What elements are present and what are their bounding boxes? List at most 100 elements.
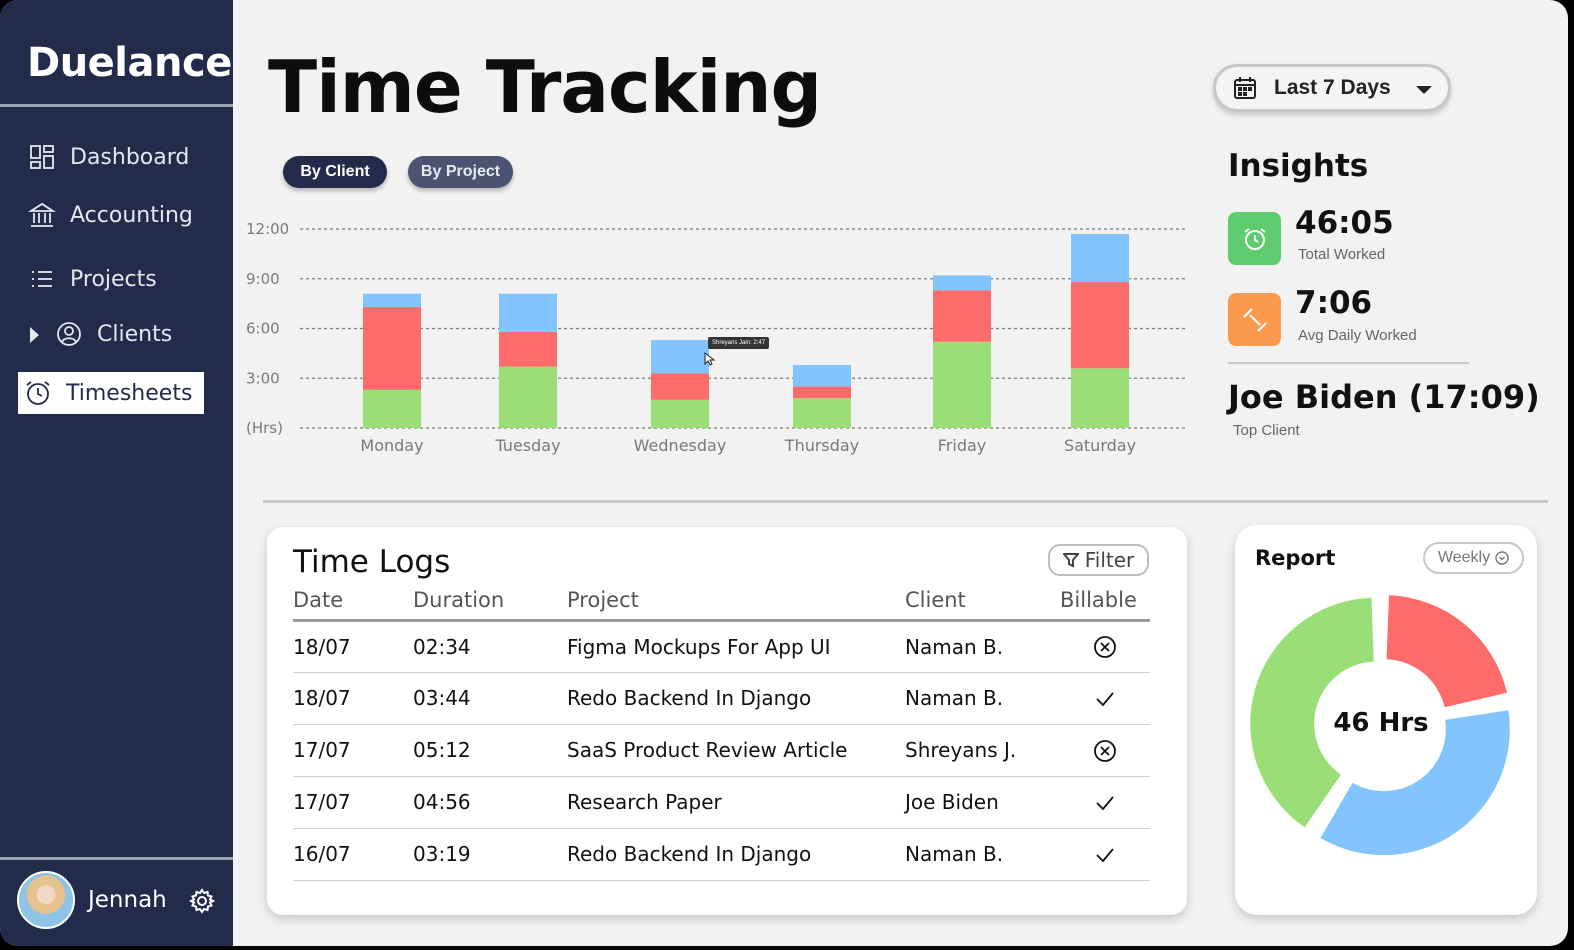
bar-segment-wednesday-0[interactable] xyxy=(651,399,709,428)
alarm-clock-icon xyxy=(26,381,50,405)
cell-client: Naman B. xyxy=(905,828,1060,881)
time-logs-title: Time Logs xyxy=(293,544,451,580)
column-header-project[interactable]: Project xyxy=(567,587,905,622)
cell-project: Redo Backend In Django xyxy=(567,828,905,881)
cell-client: Joe Biden xyxy=(905,776,1060,829)
insights-divider xyxy=(1228,362,1469,364)
sidebar-item-dashboard[interactable]: Dashboard xyxy=(28,143,189,171)
cell-date: 18/07 xyxy=(293,672,413,725)
alarm-clock-icon xyxy=(1243,227,1266,250)
bar-segment-tuesday-2[interactable] xyxy=(499,293,557,332)
y-tick-label: 6:00 xyxy=(246,320,280,338)
cell-billable xyxy=(1060,724,1150,777)
date-range-label: Last 7 Days xyxy=(1274,76,1391,99)
cell-date: 18/07 xyxy=(293,620,413,673)
table-row[interactable]: 18/07 02:34 Figma Mockups For App UI Naman … xyxy=(293,620,1150,673)
insights-title: Insights xyxy=(1228,148,1369,184)
x-tick-label: Wednesday xyxy=(634,436,727,455)
bar-segment-thursday-1[interactable] xyxy=(793,386,851,399)
bar-segment-monday-2[interactable] xyxy=(363,293,421,307)
user-name: Jennah xyxy=(88,887,167,913)
sidebar-item-accounting[interactable]: Accounting xyxy=(28,201,193,229)
expand-caret-icon[interactable] xyxy=(30,327,39,343)
avg-daily-label: Avg Daily Worked xyxy=(1298,327,1417,344)
cell-duration: 04:56 xyxy=(413,776,567,829)
sidebar-item-projects[interactable]: Projects xyxy=(28,265,157,293)
cell-client: Shreyans J. xyxy=(905,724,1060,777)
sidebar-item-label: Dashboard xyxy=(70,144,190,170)
report-period-dropdown[interactable]: Weekly xyxy=(1423,542,1524,574)
sidebar-item-clients[interactable]: Clients xyxy=(55,320,172,348)
total-worked-label: Total Worked xyxy=(1298,246,1386,263)
bar-segment-monday-0[interactable] xyxy=(363,389,421,428)
cell-project: Research Paper xyxy=(567,776,905,829)
table-row[interactable]: 17/07 04:56 Research Paper Joe Biden xyxy=(293,776,1150,829)
bar-segment-friday-1[interactable] xyxy=(933,290,991,342)
checkmark-icon xyxy=(1096,848,1114,863)
cell-client: Naman B. xyxy=(905,672,1060,725)
sidebar-divider xyxy=(0,857,233,860)
mouse-cursor-icon xyxy=(704,352,716,366)
checkmark-icon xyxy=(1096,692,1114,707)
table-row[interactable]: 17/07 05:12 SaaS Product Review Article Shr… xyxy=(293,724,1150,777)
bar-segment-tuesday-1[interactable] xyxy=(499,331,557,367)
checkmark-icon xyxy=(1096,796,1114,811)
column-header-date[interactable]: Date xyxy=(293,587,413,622)
report-title: Report xyxy=(1255,546,1336,570)
filter-icon xyxy=(1062,553,1079,568)
gear-icon[interactable] xyxy=(189,888,215,914)
filter-button[interactable]: Filter xyxy=(1048,544,1149,576)
sidebar-divider xyxy=(0,104,233,107)
y-tick-label: (Hrs) xyxy=(246,419,283,437)
calendar-icon xyxy=(1234,77,1256,99)
x-circle-icon xyxy=(1094,636,1116,659)
avatar[interactable] xyxy=(17,871,75,929)
tab-by-project[interactable]: By Project xyxy=(408,156,513,188)
donut-slice-0[interactable] xyxy=(1386,595,1507,708)
bar-segment-friday-0[interactable] xyxy=(933,341,991,428)
chevron-down-icon xyxy=(1416,86,1432,94)
sidebar-item-label: Timesheets xyxy=(66,380,193,406)
bar-segment-saturday-2[interactable] xyxy=(1071,233,1129,283)
cell-billable xyxy=(1060,672,1150,725)
bar-segment-saturday-0[interactable] xyxy=(1071,368,1129,428)
table-row[interactable]: 18/07 03:44 Redo Backend In Django Naman B. xyxy=(293,672,1150,725)
time-logs-table: Date Duration Project Client Billable 18… xyxy=(293,587,1150,881)
sidebar-item-timesheets[interactable]: Timesheets xyxy=(18,372,204,414)
column-header-billable[interactable]: Billable xyxy=(1060,587,1150,622)
avg-daily-badge xyxy=(1228,293,1281,346)
bar-segment-thursday-2[interactable] xyxy=(793,364,851,387)
brand-logo[interactable]: Duelance xyxy=(27,40,232,86)
cell-duration: 03:44 xyxy=(413,672,567,725)
column-header-duration[interactable]: Duration xyxy=(413,587,567,622)
cell-billable xyxy=(1060,620,1150,673)
date-range-dropdown[interactable]: Last 7 Days xyxy=(1213,64,1451,112)
x-tick-label: Friday xyxy=(938,436,987,455)
bar-segment-friday-2[interactable] xyxy=(933,275,991,291)
bar-segment-tuesday-0[interactable] xyxy=(499,366,557,428)
bar-segment-wednesday-1[interactable] xyxy=(651,373,709,400)
tab-by-client[interactable]: By Client xyxy=(283,156,387,188)
sidebar-item-label: Accounting xyxy=(70,202,193,228)
section-divider xyxy=(263,500,1548,503)
y-tick-label: 3:00 xyxy=(246,369,280,387)
table-row[interactable]: 16/07 03:19 Redo Backend In Django Naman B. xyxy=(293,828,1150,881)
dumbbell-icon xyxy=(1242,307,1267,332)
bar-segment-saturday-1[interactable] xyxy=(1071,282,1129,369)
top-client-label: Top Client xyxy=(1233,422,1300,439)
page-title: Time Tracking xyxy=(268,45,822,129)
total-worked-badge xyxy=(1228,212,1281,265)
chevron-down-circle-icon xyxy=(1495,551,1509,565)
bar-segment-monday-1[interactable] xyxy=(363,306,421,390)
cell-billable xyxy=(1060,828,1150,881)
app-window: Duelance Dashboard Accounting Projects C… xyxy=(0,0,1568,946)
bar-segment-thursday-0[interactable] xyxy=(793,398,851,428)
avg-daily-value: 7:06 xyxy=(1295,285,1373,321)
cell-project: Figma Mockups For App UI xyxy=(567,620,905,673)
bar-segment-wednesday-2[interactable] xyxy=(651,340,709,374)
cell-date: 17/07 xyxy=(293,776,413,829)
x-tick-label: Tuesday xyxy=(494,436,560,455)
chart-tooltip: Shreyans Jain: 2:47 xyxy=(708,337,770,349)
column-header-client[interactable]: Client xyxy=(905,587,1060,622)
sidebar: Duelance Dashboard Accounting Projects C… xyxy=(0,0,233,946)
